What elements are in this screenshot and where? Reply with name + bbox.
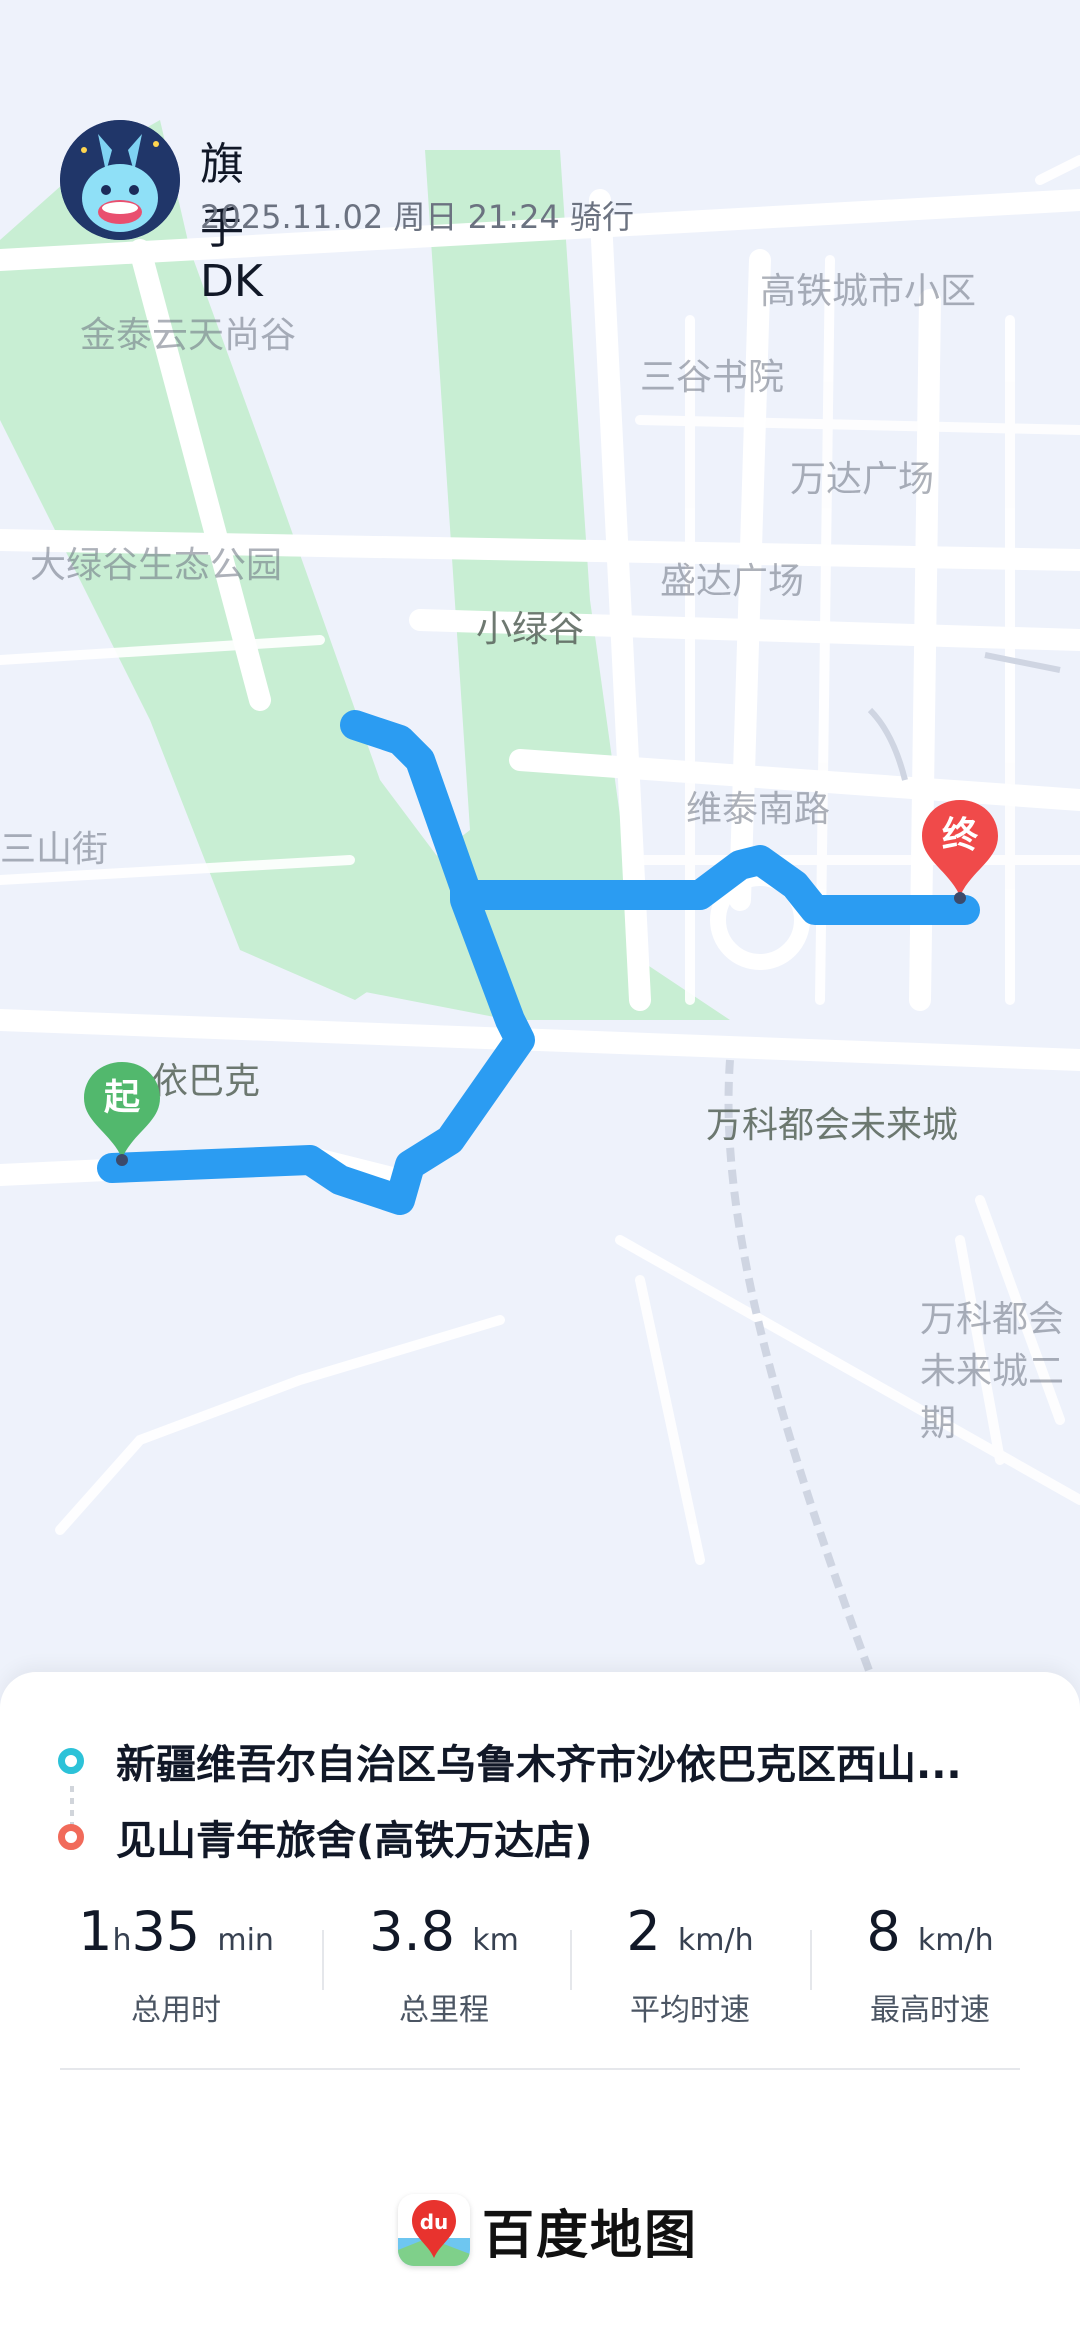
start-dot-icon <box>58 1748 84 1774</box>
stat-avg-speed: 2 km/h 平均时速 <box>570 1900 810 2029</box>
stat-max-speed: 8 km/h 最高时速 <box>810 1900 1050 2029</box>
start-pin[interactable]: 起 <box>80 1058 164 1168</box>
stat-duration-hours-unit: h <box>112 1923 132 1958</box>
stat-max-speed-label: 最高时速 <box>870 1993 990 2028</box>
trip-stats: 1h35 min 总用时 3.8 km 总里程 2 km/h 平均时速 8 km… <box>40 1900 1040 2040</box>
stat-avg-speed-label: 平均时速 <box>630 1993 750 2028</box>
end-dot-icon <box>58 1824 84 1850</box>
divider <box>60 2068 1020 2070</box>
map-label-jintai: 金泰云天尚谷 <box>80 315 297 356</box>
avatar[interactable] <box>60 120 180 240</box>
route-map[interactable]: 金泰云天尚谷 大绿谷生态公园 小绿谷 依巴克 万科都会未来城 维泰南路 万达广场… <box>0 0 1080 1720</box>
map-label-shengda: 盛达广场 <box>660 561 805 602</box>
end-pin-label: 终 <box>941 815 978 856</box>
brand-footer: du 百度地图 <box>398 2190 698 2270</box>
end-address-row: 见山青年旅舍(高铁万达店) <box>58 1808 593 1866</box>
stat-distance: 3.8 km 总里程 <box>324 1900 564 2029</box>
trip-meta: 2025.11.02 周日 21:24 骑行 <box>200 198 634 236</box>
stat-distance-unit: km <box>472 1923 519 1958</box>
start-pin-label: 起 <box>103 1077 140 1118</box>
end-pin[interactable]: 终 <box>918 796 1002 906</box>
map-label-sangu: 三谷书院 <box>640 357 785 398</box>
share-card: 金泰云天尚谷 大绿谷生态公园 小绿谷 依巴克 万科都会未来城 维泰南路 万达广场… <box>0 0 1080 2340</box>
stat-avg-speed-value: 2 <box>626 1900 661 1963</box>
brand-name: 百度地图 <box>482 2205 699 2266</box>
stat-max-speed-unit: km/h <box>917 1923 994 1958</box>
stat-distance-label: 总里程 <box>399 1993 489 2028</box>
map-label-small-green-valley: 小绿谷 <box>476 609 585 650</box>
map-label-vanke-2: 万科都会未来城二期 <box>920 1299 1065 1444</box>
rabbit-avatar-icon <box>60 120 180 240</box>
map-label-sanshan: 三山街 <box>0 829 109 870</box>
stat-duration-label: 总用时 <box>131 1993 221 2028</box>
map-label-big-green-valley: 大绿谷生态公园 <box>30 545 283 586</box>
baidu-map-logo-icon: du <box>398 2194 470 2266</box>
start-address-row: 新疆维吾尔自治区乌鲁木齐市沙依巴克区西山... <box>58 1732 962 1790</box>
start-address: 新疆维吾尔自治区乌鲁木齐市沙依巴克区西山... <box>116 1742 962 1788</box>
map-label-gaotie: 高铁城市小区 <box>760 271 977 312</box>
map-label-yibake: 依巴克 <box>152 1061 261 1102</box>
map-label-vanke: 万科都会未来城 <box>706 1105 959 1146</box>
stat-duration-hours: 1 <box>78 1900 113 1963</box>
stat-duration: 1h35 min 总用时 <box>56 1900 296 2029</box>
stat-avg-speed-unit: km/h <box>677 1923 754 1958</box>
stat-max-speed-value: 8 <box>866 1900 901 1963</box>
stat-duration-minutes: 35 <box>131 1900 201 1963</box>
user-header: 旗手DK 2025.11.02 周日 21:24 骑行 <box>60 120 634 307</box>
stat-duration-minutes-unit: min <box>217 1923 274 1958</box>
stat-distance-value: 3.8 <box>369 1900 456 1963</box>
map-label-wanda: 万达广场 <box>790 459 935 500</box>
brand-logo-text: du <box>419 2210 449 2234</box>
end-address: 见山青年旅舍(高铁万达店) <box>116 1818 593 1864</box>
map-label-weitai-road: 维泰南路 <box>686 789 831 830</box>
